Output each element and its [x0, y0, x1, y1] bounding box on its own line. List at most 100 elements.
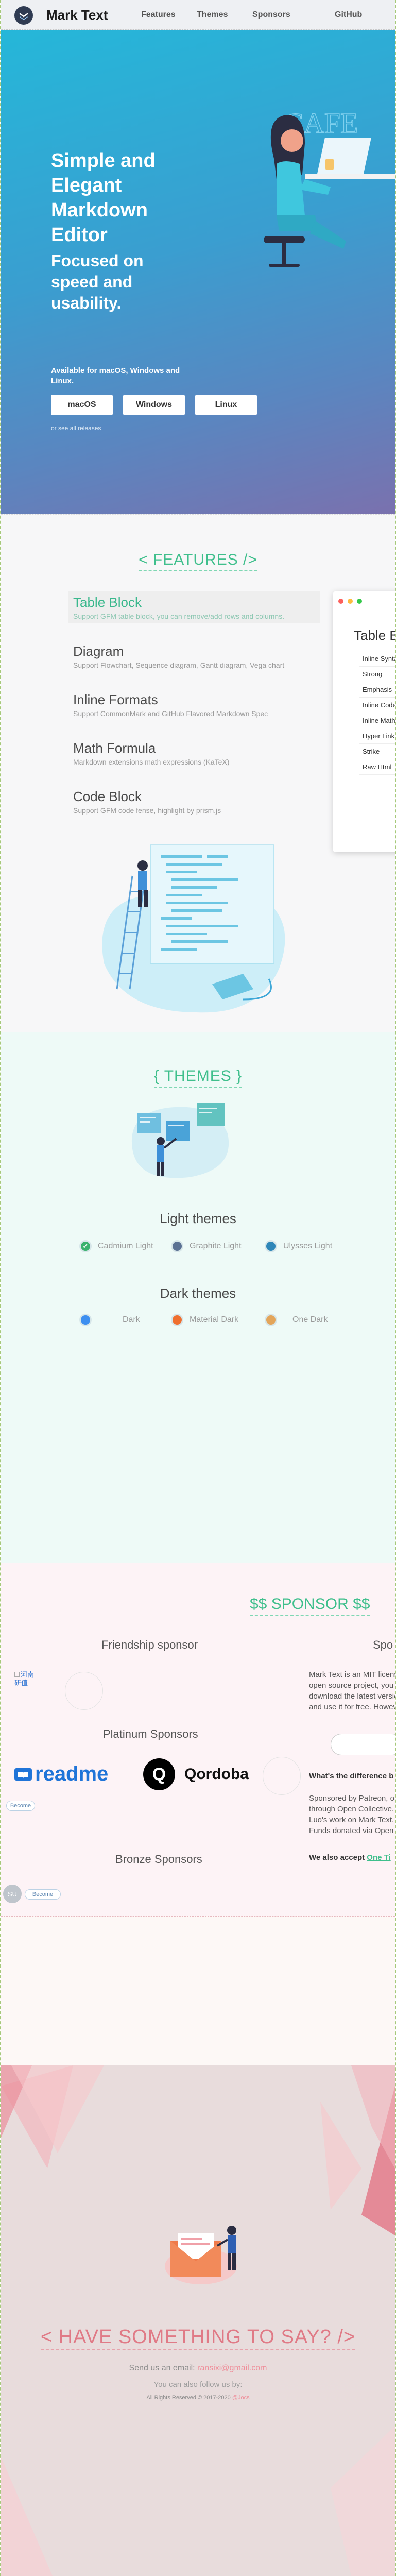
- sponsor-cta-button[interactable]: [331, 1734, 395, 1755]
- contact-background-shapes: [1, 2065, 395, 2576]
- also-accept-label: We also accept: [309, 1853, 365, 1862]
- sponsor-placeholder-ring: [65, 1672, 103, 1710]
- also-accept-text: We also accept One Ti: [309, 1853, 391, 1862]
- themes-title: { THEMES }: [1, 1067, 395, 1088]
- spacer-section: [1, 1916, 395, 2065]
- qordoba-q-icon: Q: [143, 1758, 175, 1790]
- theme-dark[interactable]: Dark: [79, 1314, 140, 1326]
- top-nav: Mark Text Features Themes Sponsors GitHu…: [1, 0, 395, 30]
- feature-title: Inline Formats: [73, 692, 158, 707]
- friendship-sponsor-heading: Friendship sponsor: [101, 1638, 198, 1651]
- theme-cadmium-light[interactable]: ✓ Cadmium Light: [79, 1240, 153, 1252]
- theme-swatch-icon: [171, 1314, 183, 1326]
- email-link[interactable]: ransixi@gmail.com: [197, 2364, 267, 2372]
- follow-us-text: You can also follow us by:: [153, 2380, 243, 2389]
- bronze-sponsor-avatar[interactable]: SU: [3, 1885, 22, 1903]
- demo-table-row: Strong: [359, 667, 395, 682]
- theme-name: Dark: [123, 1315, 140, 1324]
- bronze-sponsors-heading: Bronze Sponsors: [115, 1853, 202, 1866]
- themes-title-text: { THEMES }: [153, 1067, 243, 1088]
- author-link[interactable]: @Jocs: [232, 2395, 250, 2401]
- theme-name: Ulysses Light: [283, 1242, 333, 1250]
- sponsor-paragraph: Mark Text is an MIT licensed open source…: [309, 1670, 395, 1711]
- nav-link-sponsors[interactable]: Sponsors: [252, 10, 290, 20]
- readme-wordmark: readme: [35, 1762, 109, 1785]
- download-windows-button[interactable]: Windows: [123, 395, 185, 415]
- mark-text-logo-icon[interactable]: [14, 6, 33, 25]
- platinum-sponsors-heading: Platinum Sponsors: [103, 1727, 198, 1740]
- download-linux-button[interactable]: Linux: [195, 395, 257, 415]
- feature-item-diagram[interactable]: Diagram Support Flowchart, Sequence diag…: [68, 640, 320, 672]
- minimize-dot-icon: [348, 599, 353, 604]
- feature-demo-window: Table B Inline Syntax Strong Emphasis In…: [333, 591, 396, 852]
- old-versions-prefix: or see: [51, 425, 68, 432]
- nav-link-features[interactable]: Features: [141, 10, 176, 20]
- theme-swatch-icon: [171, 1240, 183, 1252]
- theme-name: Material Dark: [190, 1315, 239, 1324]
- sponsor-placeholder-ring: [263, 1757, 301, 1795]
- old-versions-link[interactable]: all releases: [70, 425, 101, 432]
- close-dot-icon: [338, 599, 343, 604]
- send-email-line: Send us an email: ransixi@gmail.com: [1, 2364, 395, 2373]
- difference-heading: What's the difference b: [309, 1772, 394, 1781]
- sponsor-right-heading: Spo: [373, 1638, 393, 1651]
- theme-swatch-icon: [265, 1240, 277, 1252]
- contact-title-text: < HAVE SOMETHING TO SAY? />: [40, 2326, 356, 2350]
- contact-section: [1, 2065, 395, 2576]
- qordoba-logo[interactable]: Q Qordoba: [143, 1758, 249, 1790]
- broken-image-icon: [14, 1672, 20, 1677]
- demo-title: Table B: [354, 628, 396, 643]
- copyright-line: All Rights Reserved © 2017-2020 @Jocs: [1, 2395, 395, 2401]
- patreon-paragraph: Sponsored by Patreon, or through Open Co…: [309, 1794, 395, 1835]
- feature-item-code-block[interactable]: Code Block Support GFM code fense, highl…: [68, 786, 320, 818]
- old-versions: or see all releases: [51, 425, 101, 432]
- demo-table-row: Inline Math: [359, 713, 395, 728]
- readme-logo[interactable]: readme: [14, 1762, 108, 1786]
- features-illustration: [94, 835, 300, 1020]
- copyright-text: All Rights Reserved © 2017-2020: [146, 2395, 231, 2401]
- demo-table-row: Inline Code: [359, 698, 395, 713]
- qordoba-wordmark: Qordoba: [184, 1766, 249, 1783]
- send-email-label: Send us an email:: [129, 2364, 195, 2372]
- nav-link-themes[interactable]: Themes: [197, 10, 228, 20]
- themes-illustration: [127, 1092, 235, 1185]
- hero-headline: Simple and Elegant Markdown Editor: [51, 150, 156, 246]
- feature-title: Math Formula: [73, 740, 156, 756]
- sponsor-title-text: $$ SPONSOR $$: [250, 1596, 370, 1616]
- demo-table-row: Emphasis: [359, 682, 395, 698]
- one-time-link[interactable]: One Ti: [367, 1853, 390, 1862]
- theme-swatch-icon: [79, 1314, 92, 1326]
- dark-themes-heading: Dark themes: [160, 1285, 236, 1301]
- book-icon: [14, 1768, 32, 1781]
- brand-name[interactable]: Mark Text: [46, 7, 108, 23]
- page: Mark Text Features Themes Sponsors GitHu…: [0, 0, 396, 2576]
- feature-desc: Markdown extensions math expressions (Ka…: [73, 758, 230, 766]
- theme-material-dark[interactable]: Material Dark: [171, 1314, 238, 1326]
- theme-one-dark[interactable]: One Dark: [265, 1314, 328, 1326]
- theme-ulysses-light[interactable]: Ulysses Light: [265, 1240, 332, 1252]
- download-macos-button[interactable]: macOS: [51, 395, 113, 415]
- feature-desc: Support CommonMark and GitHub Flavored M…: [73, 709, 268, 718]
- demo-table-row: Inline Syntax: [359, 651, 395, 667]
- theme-swatch-icon: [265, 1314, 277, 1326]
- feature-item-math-formula[interactable]: Math Formula Markdown extensions math ex…: [68, 737, 320, 769]
- friendship-sponsor-image[interactable]: 河南研值: [14, 1671, 35, 1687]
- theme-name: Graphite Light: [190, 1242, 242, 1250]
- feature-title: Table Block: [73, 595, 142, 610]
- sponsor-title: $$ SPONSOR $$: [250, 1596, 370, 1616]
- become-sponsor-button[interactable]: Become: [6, 1801, 35, 1811]
- feature-title: Diagram: [73, 643, 124, 659]
- feature-desc: Support Flowchart, Sequence diagram, Gan…: [73, 661, 285, 669]
- nav-link-github[interactable]: GitHub: [335, 10, 362, 20]
- theme-graphite-light[interactable]: Graphite Light: [171, 1240, 242, 1252]
- demo-table-row: Raw Html: [359, 759, 395, 775]
- become-bronze-sponsor-button[interactable]: Become: [25, 1889, 61, 1900]
- theme-name: One Dark: [292, 1315, 328, 1324]
- feature-item-table-block[interactable]: Table Block Support GFM table block, you…: [68, 591, 320, 623]
- hero-illustration: CAFE: [228, 87, 395, 272]
- hero-section: CAFE Simple and Elegant Markdown Editor …: [1, 30, 395, 514]
- demo-table: Inline Syntax Strong Emphasis Inline Cod…: [359, 651, 395, 775]
- feature-item-inline-formats[interactable]: Inline Formats Support CommonMark and Gi…: [68, 689, 320, 721]
- demo-table-row: Strike: [359, 744, 395, 759]
- light-themes-heading: Light themes: [160, 1211, 236, 1226]
